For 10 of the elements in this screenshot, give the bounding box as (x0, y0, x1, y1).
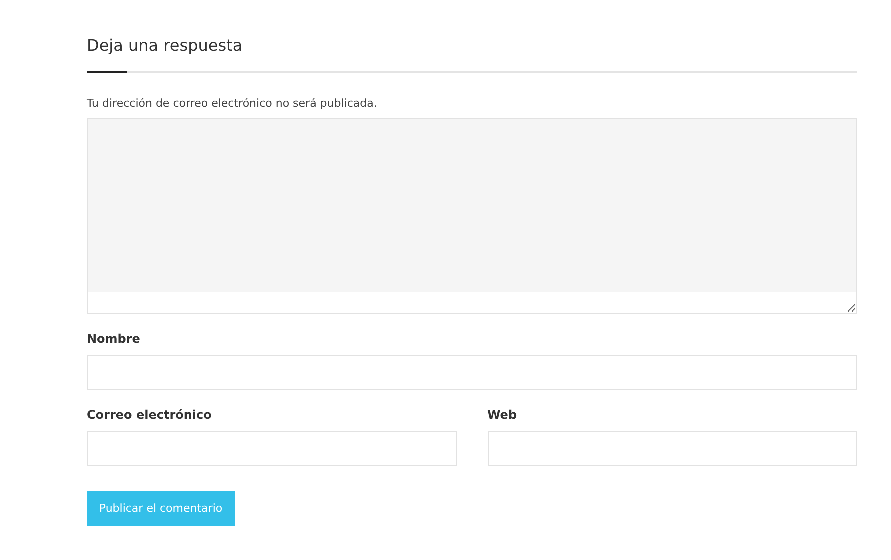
section-heading: Deja una respuesta (87, 35, 244, 57)
field-label: Nombre (87, 331, 140, 347)
input-field[interactable] (87, 355, 857, 390)
submit-button[interactable]: Publicar el comentario (87, 491, 235, 526)
comment-field[interactable] (87, 118, 857, 314)
field-label: Web (488, 407, 518, 423)
input-field[interactable] (87, 431, 456, 466)
notice-text: Tu dirección de correo electrónico no será publicada. (87, 97, 378, 111)
input-field[interactable] (488, 431, 857, 466)
field-label: Correo electrónico (87, 407, 212, 423)
